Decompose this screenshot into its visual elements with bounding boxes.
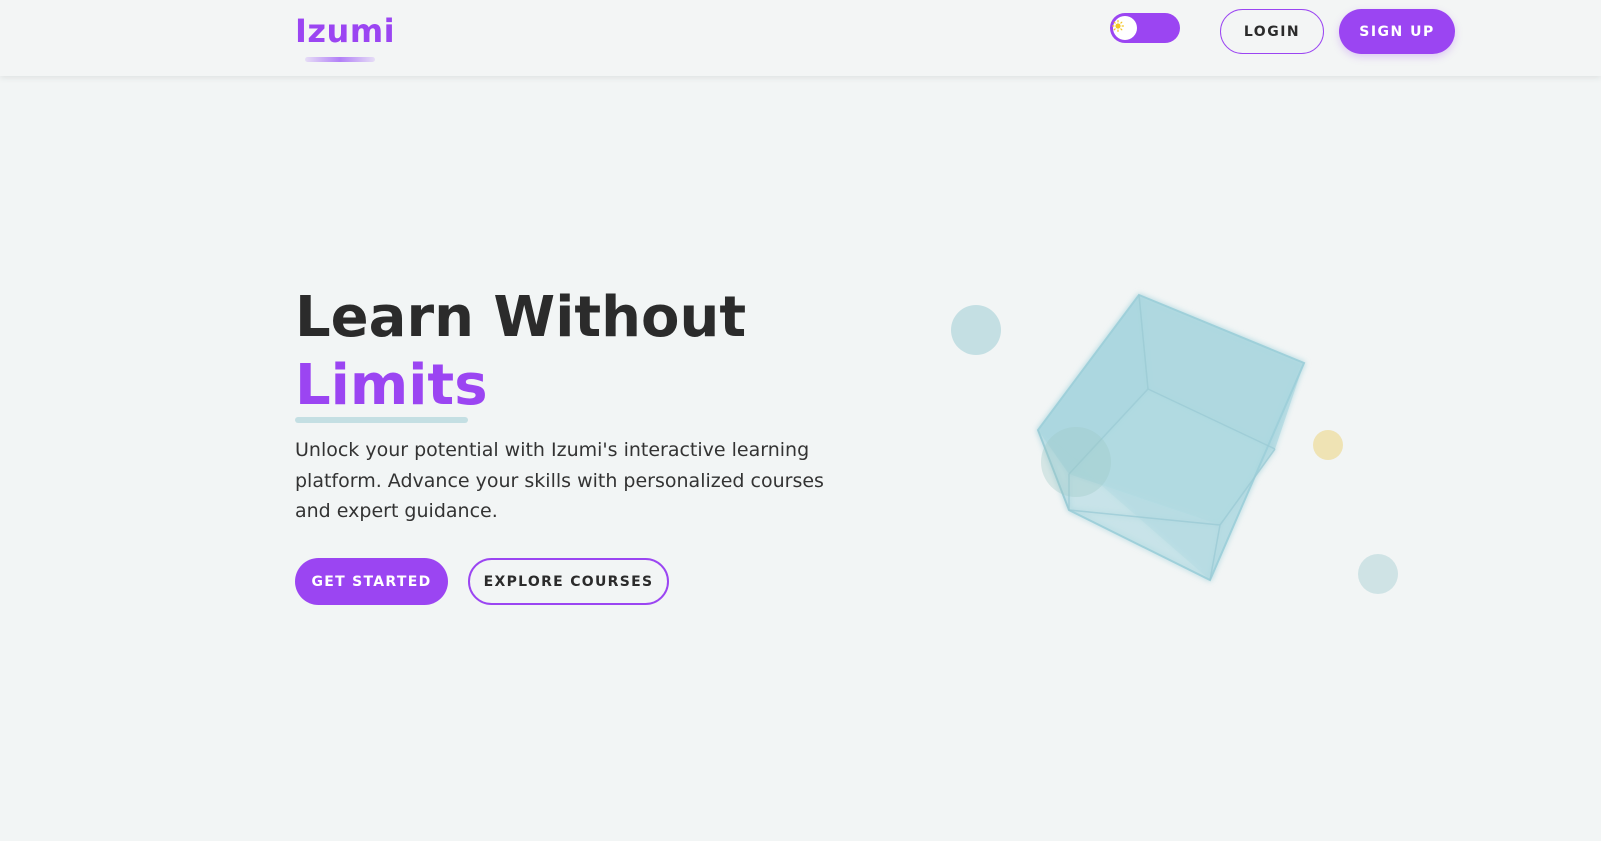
hero-illustration <box>951 293 1398 594</box>
brand-logo[interactable]: Izumi <box>295 12 395 50</box>
hero-title-line: Learn Without <box>295 285 747 350</box>
floating-dot <box>1358 554 1398 594</box>
explore-courses-button[interactable]: EXPLORE COURSES <box>468 558 669 605</box>
sun-icon <box>1112 20 1124 32</box>
login-button[interactable]: LOGIN <box>1220 9 1324 54</box>
get-started-button[interactable]: GET STARTED <box>295 558 448 605</box>
logo-underline <box>305 57 375 62</box>
signup-button[interactable]: SIGN UP <box>1339 9 1455 54</box>
floating-dot <box>1313 430 1343 460</box>
top-nav: Izumi LOGIN SIGN UP <box>0 0 1601 76</box>
theme-toggle[interactable] <box>1110 13 1180 43</box>
hero-title-accent: Limits <box>295 353 488 418</box>
hero-accent-underline <box>295 417 468 423</box>
floating-dot <box>951 305 1001 355</box>
hero-description: Unlock your potential with Izumi's inter… <box>295 439 824 522</box>
floating-dot <box>1041 427 1111 497</box>
hero-title: Learn Without Limits <box>295 284 746 420</box>
page: Izumi LOGIN SIGN UP Learn Without Limits… <box>0 0 1601 841</box>
